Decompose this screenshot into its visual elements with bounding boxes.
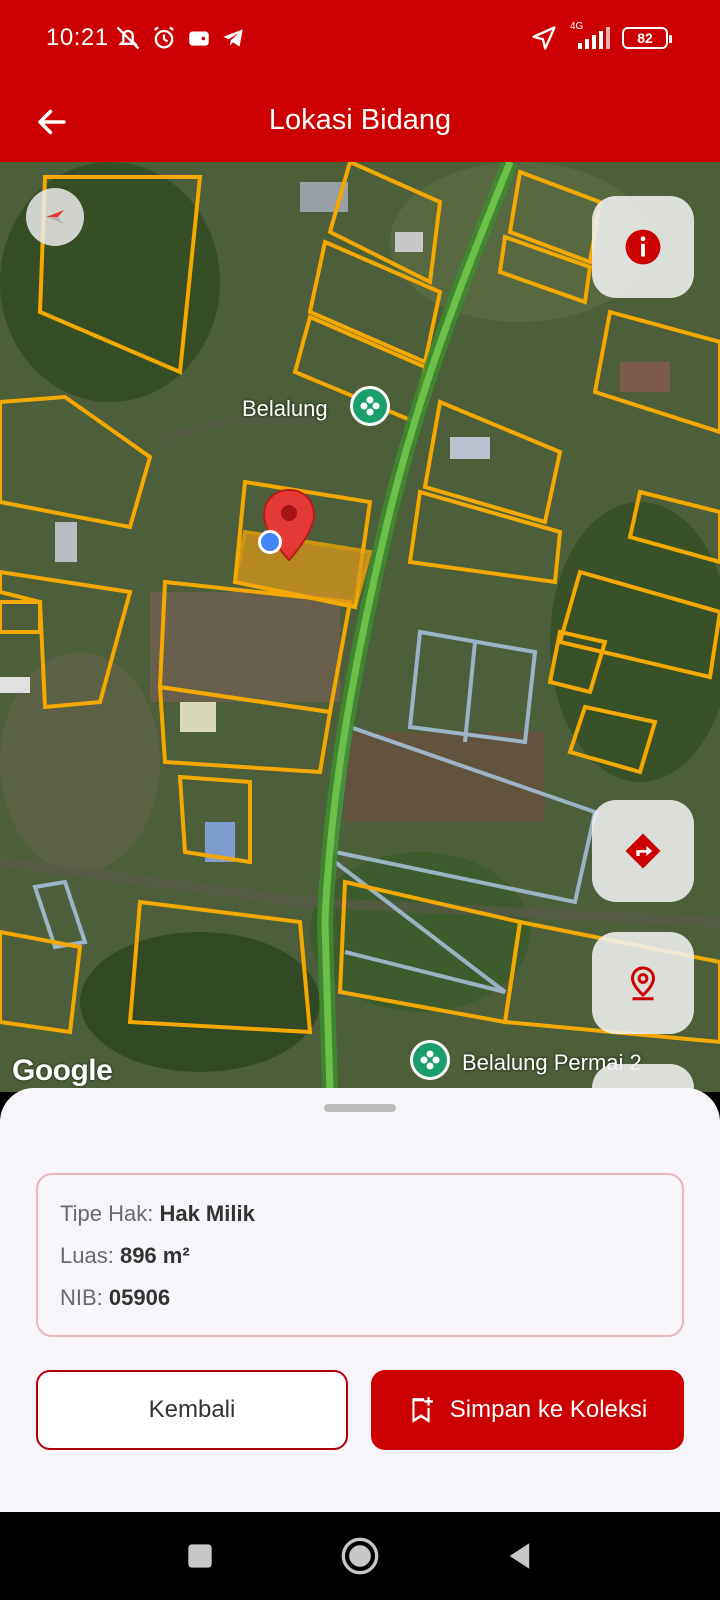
parcel-info-card: Tipe Hak: Hak Milik Luas: 896 m² NIB: 05… bbox=[36, 1173, 684, 1337]
info-button[interactable] bbox=[592, 196, 694, 298]
area-value: 896 m² bbox=[119, 1243, 190, 1268]
location-pin-icon bbox=[630, 966, 656, 1001]
directions-icon bbox=[625, 833, 661, 869]
status-system-icons: 4G 82 bbox=[530, 21, 672, 52]
triangle-back-icon bbox=[509, 1543, 530, 1569]
save-to-collection-button[interactable]: Simpan ke Koleksi bbox=[371, 1370, 684, 1450]
back-nav-button[interactable] bbox=[496, 1532, 544, 1580]
map-label-belalung[interactable]: Belalung bbox=[242, 396, 328, 422]
status-bar: 10:21 4G 82 bbox=[0, 0, 720, 80]
back-action-button[interactable]: Kembali bbox=[36, 1370, 348, 1450]
flower-icon bbox=[420, 1050, 440, 1070]
alarm-icon bbox=[154, 26, 174, 49]
bookmark-add-icon bbox=[412, 1397, 433, 1423]
compass-icon bbox=[46, 210, 64, 224]
current-location-dot bbox=[258, 530, 282, 554]
network-type: 4G bbox=[570, 21, 584, 32]
telegram-icon bbox=[223, 29, 243, 47]
area-label: Luas: bbox=[60, 1243, 114, 1268]
flower-icon bbox=[360, 396, 380, 416]
google-attribution: Google bbox=[12, 1054, 113, 1087]
status-time: 10:21 bbox=[46, 24, 109, 51]
app-bar: Lokasi Bidang bbox=[0, 80, 720, 162]
poi-marker-icon[interactable] bbox=[350, 386, 390, 426]
compass-button[interactable] bbox=[26, 188, 84, 246]
info-icon bbox=[625, 229, 661, 265]
battery-level: 82 bbox=[637, 30, 653, 46]
home-button[interactable] bbox=[336, 1532, 384, 1580]
parcel-bottom-sheet: Tipe Hak: Hak Milik Luas: 896 m² NIB: 05… bbox=[0, 1088, 720, 1512]
recent-apps-button[interactable] bbox=[176, 1532, 224, 1580]
rights-type-label: Tipe Hak: bbox=[60, 1201, 154, 1226]
poi-marker-icon[interactable] bbox=[410, 1040, 450, 1080]
directions-button[interactable] bbox=[592, 800, 694, 902]
map-view[interactable]: Belalung Belalung Permai 2 Google bbox=[0, 162, 720, 1092]
save-to-collection-label: Simpan ke Koleksi bbox=[449, 1396, 648, 1423]
back-action-label: Kembali bbox=[148, 1396, 236, 1423]
nib-value: 05906 bbox=[108, 1285, 171, 1310]
wallet-icon bbox=[189, 31, 209, 46]
nib-label: NIB: bbox=[60, 1285, 103, 1310]
system-nav-bar bbox=[0, 1512, 720, 1600]
rights-type-row: Tipe Hak: Hak Milik bbox=[60, 1193, 660, 1235]
nib-row: NIB: 05906 bbox=[60, 1277, 660, 1319]
signal-icon: 4G bbox=[568, 21, 612, 51]
rights-type-value: Hak Milik bbox=[159, 1201, 255, 1226]
status-notification-icons bbox=[114, 24, 246, 52]
home-circle-icon bbox=[341, 1537, 379, 1575]
my-location-button[interactable] bbox=[592, 932, 694, 1034]
battery-indicator: 82 bbox=[622, 27, 672, 49]
page-title: Lokasi Bidang bbox=[268, 104, 452, 136]
navigation-arrow-icon bbox=[532, 26, 556, 50]
drag-handle[interactable] bbox=[324, 1104, 396, 1112]
mute-bell-icon bbox=[116, 26, 140, 50]
square-icon bbox=[188, 1544, 212, 1568]
area-row: Luas: 896 m² bbox=[60, 1235, 660, 1277]
